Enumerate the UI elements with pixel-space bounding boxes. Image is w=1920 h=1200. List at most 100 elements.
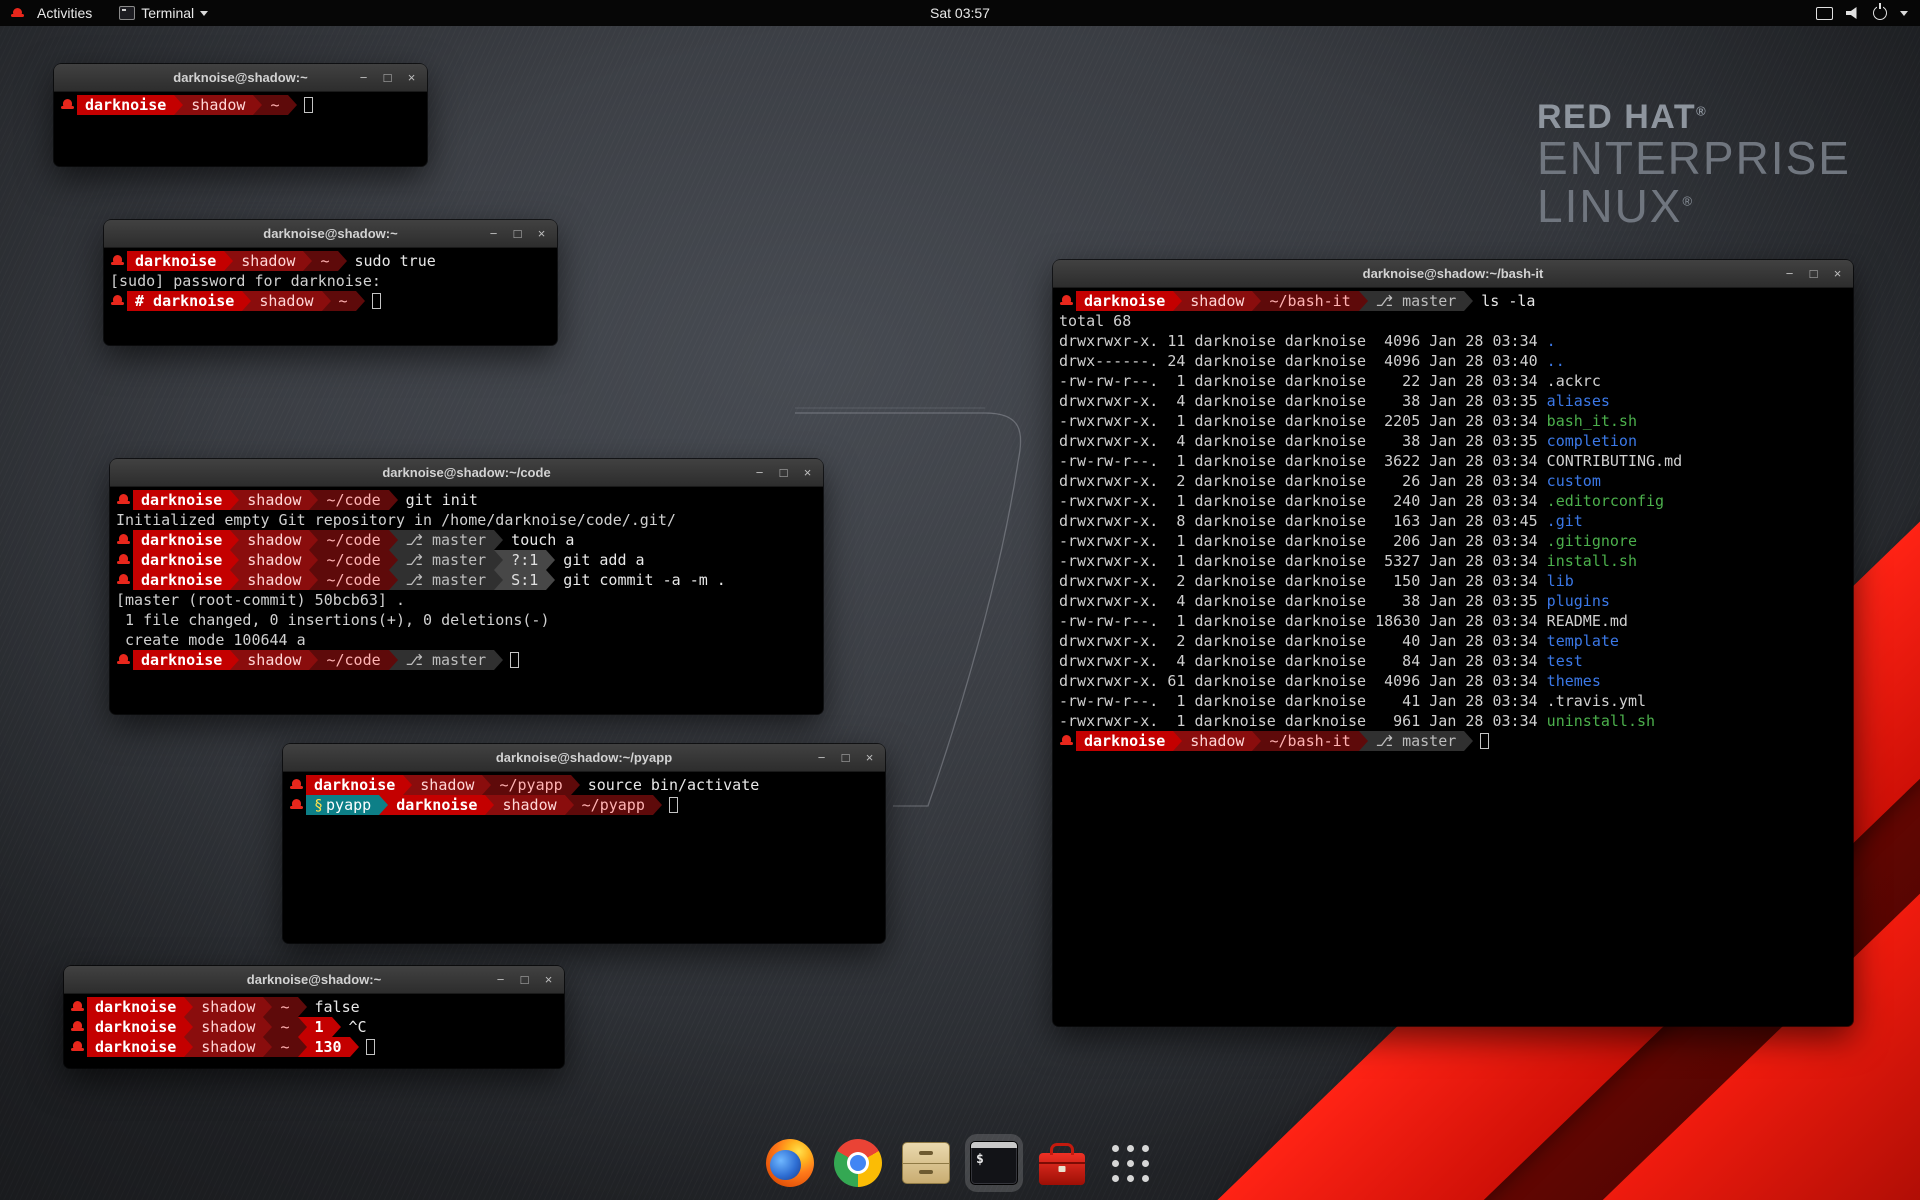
powerline-separator-icon: [263, 1037, 272, 1057]
prompt-segment-path: ~: [272, 1037, 297, 1057]
minimize-button[interactable]: −: [753, 466, 766, 479]
terminal-content[interactable]: darknoiseshadow~/pyappsource bin/activat…: [283, 772, 885, 943]
activities-button[interactable]: Activities: [33, 5, 96, 21]
terminal-window-pyapp[interactable]: darknoise@shadow:~/pyapp−□×darknoiseshad…: [283, 744, 885, 943]
window-title: darknoise@shadow:~: [263, 226, 397, 241]
redhat-icon: [60, 95, 77, 115]
terminal-line: [sudo] password for darknoise:: [110, 271, 551, 291]
output-text: -rw-rw-r--. 1 darknoise darknoise 41 Jan…: [1059, 692, 1547, 710]
dock-item-files[interactable]: [897, 1134, 955, 1192]
dock-item-firefox[interactable]: [761, 1134, 819, 1192]
minimize-button[interactable]: −: [815, 751, 828, 764]
terminal-window-sudo[interactable]: darknoise@shadow:~−□×darknoiseshadow~sud…: [104, 220, 557, 345]
prompt-segment-host: shadow: [251, 291, 321, 311]
powerline-separator-icon: [1173, 731, 1182, 751]
gnome-top-bar: Activities Terminal Sat 03:57: [0, 0, 1920, 26]
close-button[interactable]: ×: [535, 227, 548, 240]
redhat-icon: [116, 570, 133, 590]
powerline-separator-icon: [389, 550, 398, 570]
terminal-window-exit-codes[interactable]: darknoise@shadow:~ −□ × darknoiseshadow~fal…: [64, 966, 564, 1068]
minimize-button[interactable]: −: [1783, 267, 1796, 280]
titlebar[interactable]: darknoise@shadow:~/bash-it−□×: [1053, 260, 1853, 288]
powerline-separator-icon: [494, 550, 503, 570]
desktop: RED HAT® ENTERPRISE LINUX® Activities Te…: [0, 0, 1920, 1200]
titlebar[interactable]: darknoise@shadow:~/pyapp−□×: [283, 744, 885, 772]
dir-name: .: [1547, 332, 1556, 350]
prompt-segment-path: ~: [331, 291, 356, 311]
terminal-line: darknoiseshadow~1^C: [70, 1017, 558, 1037]
maximize-button[interactable]: □: [839, 751, 852, 764]
terminal-line: darknoiseshadow~/pyappsource bin/activat…: [289, 775, 879, 795]
redhat-icon: [110, 251, 127, 271]
titlebar[interactable]: darknoise@shadow:~−□×: [54, 64, 427, 92]
terminal-content[interactable]: darknoiseshadow~falsedarknoiseshadow~1^C…: [64, 994, 564, 1068]
exec-name: bash_it.sh: [1547, 412, 1637, 430]
maximize-button[interactable]: □: [518, 973, 531, 986]
terminal-cursor: [1480, 733, 1489, 749]
minimize-button[interactable]: −: [357, 71, 370, 84]
maximize-button[interactable]: □: [777, 466, 790, 479]
dock-item-chrome[interactable]: [829, 1134, 887, 1192]
powerline-separator-icon: [389, 650, 398, 670]
terminal-window-home-1[interactable]: darknoise@shadow:~−□×darknoiseshadow~: [54, 64, 427, 166]
prompt-segment-host: shadow: [193, 1037, 263, 1057]
close-button[interactable]: ×: [542, 973, 555, 986]
terminal-line: drwxrwxr-x. 4 darknoise darknoise 38 Jan…: [1059, 591, 1847, 611]
file-name: .travis.yml: [1547, 692, 1646, 710]
dock-item-toolbox[interactable]: [1033, 1134, 1091, 1192]
close-button[interactable]: ×: [863, 751, 876, 764]
window-title: darknoise@shadow:~: [247, 972, 381, 987]
prompt-segment-git: ⎇ master: [1368, 731, 1465, 751]
powerline-separator-icon: [263, 1017, 272, 1037]
command-text: git init: [406, 491, 478, 509]
titlebar[interactable]: darknoise@shadow:~/code−□×: [110, 459, 823, 487]
prompt-segment-path: ~/code: [318, 570, 388, 590]
prompt-segment-host: shadow: [183, 95, 253, 115]
output-text: -rw-rw-r--. 1 darknoise darknoise 3622 J…: [1059, 452, 1547, 470]
redhat-icon: [70, 1037, 87, 1057]
app-menu-terminal[interactable]: Terminal: [119, 5, 208, 21]
prompt-segment-user: darknoise: [77, 95, 174, 115]
maximize-button[interactable]: □: [511, 227, 524, 240]
output-text: drwxrwxr-x. 4 darknoise darknoise 38 Jan…: [1059, 392, 1547, 410]
power-icon: [1873, 6, 1887, 20]
terminal-line: -rwxrwxr-x. 1 darknoise darknoise 206 Ja…: [1059, 531, 1847, 551]
terminal-line: darknoiseshadow~/code⎇ master: [116, 650, 817, 670]
minimize-button[interactable]: −: [494, 973, 507, 986]
terminal-content[interactable]: darknoiseshadow~sudo true[sudo] password…: [104, 248, 557, 345]
dir-name: custom: [1547, 472, 1601, 490]
titlebar[interactable]: darknoise@shadow:~ −□ ×: [64, 966, 564, 994]
dock-item-show-applications[interactable]: [1101, 1134, 1159, 1192]
clock[interactable]: Sat 03:57: [930, 5, 990, 21]
terminal-line: darknoiseshadow~false: [70, 997, 558, 1017]
dock-item-terminal[interactable]: $: [965, 1134, 1023, 1192]
maximize-button[interactable]: □: [381, 71, 394, 84]
powerline-separator-icon: [485, 795, 494, 815]
prompt-segment-host: shadow: [239, 650, 309, 670]
terminal-window-code[interactable]: darknoise@shadow:~/code−□×darknoiseshado…: [110, 459, 823, 714]
maximize-button[interactable]: □: [1807, 267, 1820, 280]
terminal-content[interactable]: darknoiseshadow~: [54, 92, 427, 166]
close-button[interactable]: ×: [801, 466, 814, 479]
output-text: drwxrwxr-x. 2 darknoise darknoise 26 Jan…: [1059, 472, 1547, 490]
toolbox-icon: [1039, 1153, 1085, 1185]
titlebar[interactable]: darknoise@shadow:~ −□ ×: [104, 220, 557, 248]
prompt-segment-path: ~/code: [318, 530, 388, 550]
terminal-window-bash-it[interactable]: darknoise@shadow:~/bash-it−□×darknoisesh…: [1053, 260, 1853, 1026]
terminal-line: darknoiseshadow~/codegit init: [116, 490, 817, 510]
system-status-area[interactable]: [1816, 0, 1908, 26]
window-controls: −□ ×: [494, 966, 555, 993]
powerline-separator-icon: [230, 530, 239, 550]
terminal-content[interactable]: darknoiseshadow~/bash-it⎇ masterls -lato…: [1053, 288, 1853, 1026]
minimize-button[interactable]: −: [487, 227, 500, 240]
powerline-separator-icon: [253, 95, 262, 115]
app-grid-icon: [1112, 1145, 1149, 1182]
redhat-icon: [116, 490, 133, 510]
terminal-line: # darknoiseshadow~: [110, 291, 551, 311]
terminal-content[interactable]: darknoiseshadow~/codegit initInitialized…: [110, 487, 823, 714]
close-button[interactable]: ×: [405, 71, 418, 84]
terminal-line: §pyappdarknoiseshadow~/pyapp: [289, 795, 879, 815]
close-button[interactable]: ×: [1831, 267, 1844, 280]
powerline-separator-icon: [494, 650, 503, 670]
exec-name: .editorconfig: [1547, 492, 1664, 510]
